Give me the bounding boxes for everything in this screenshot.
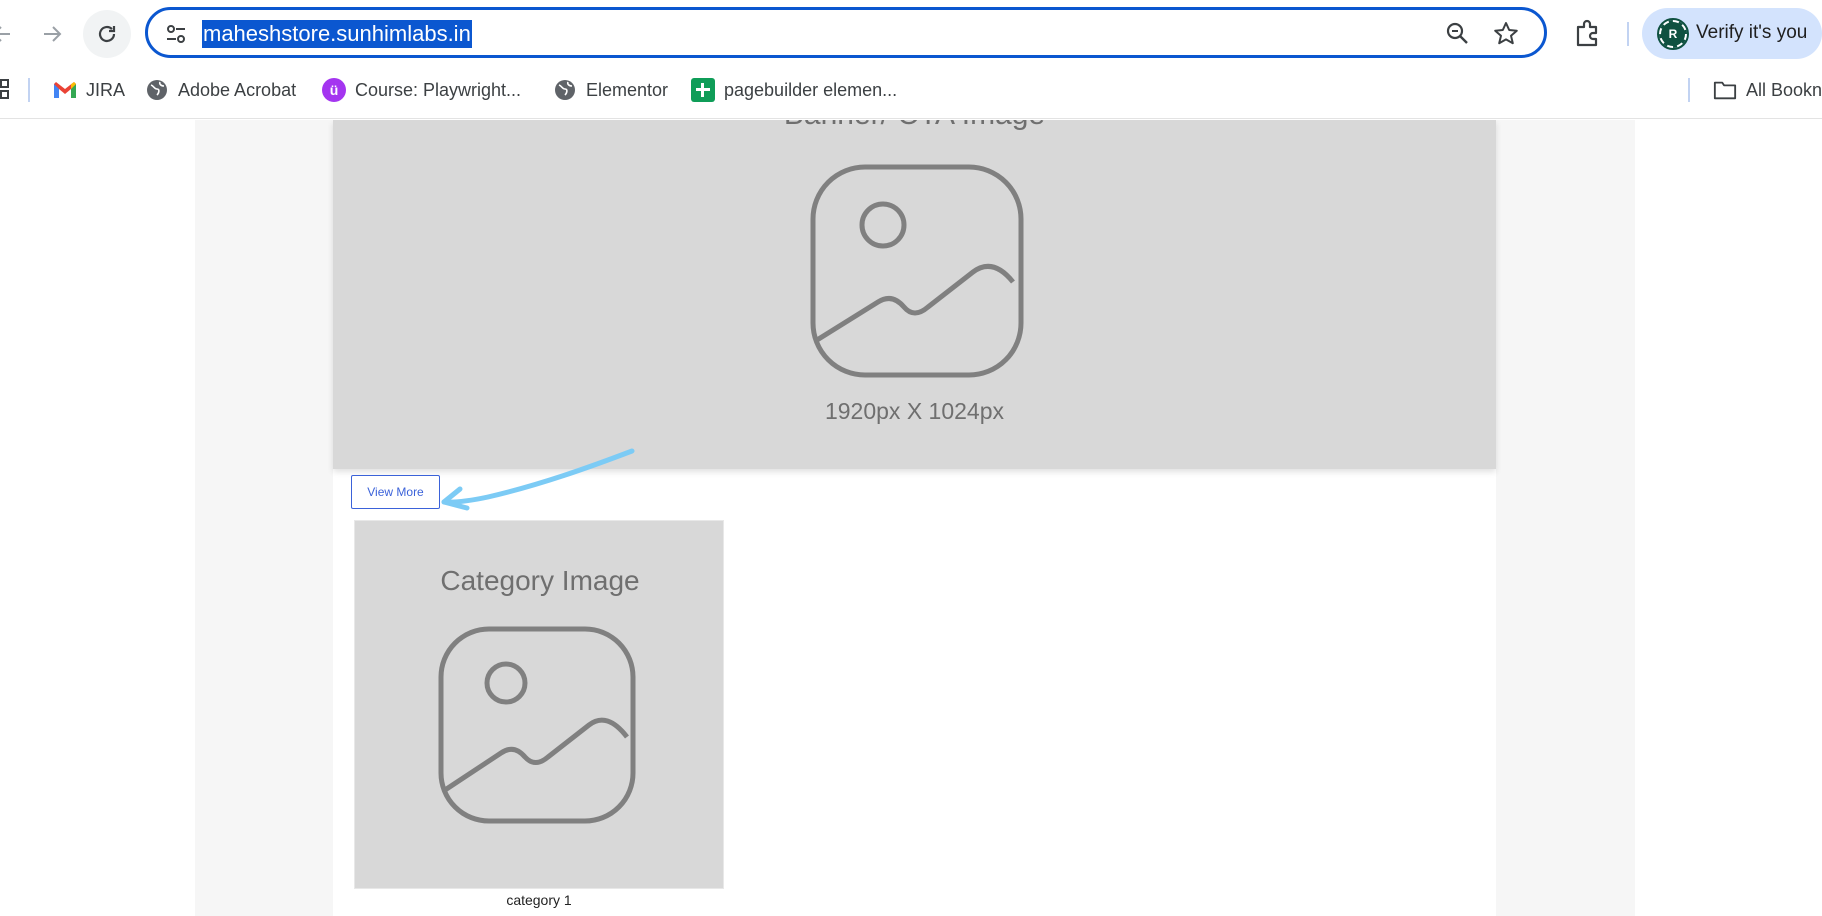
forward-icon[interactable]	[28, 10, 76, 58]
bookmark-course-playwright[interactable]: ü Course: Playwright...	[322, 74, 521, 106]
extensions-icon[interactable]	[1572, 17, 1604, 49]
globe-icon	[553, 78, 577, 102]
banner-image: Banner/ CTA Image 1920px X 1024px	[333, 120, 1496, 469]
sheets-icon	[691, 78, 715, 102]
bookmark-label: pagebuilder elemen...	[724, 79, 898, 100]
profile-verify-chip[interactable]: R Verify it's you	[1642, 8, 1822, 59]
url-text[interactable]: maheshstore.sunhimlabs.in	[202, 20, 472, 48]
site-settings-icon[interactable]	[162, 20, 190, 48]
apps-grid-icon[interactable]	[0, 78, 10, 100]
verify-label: Verify it's you	[1696, 22, 1808, 43]
category-image-label: Category Image	[440, 565, 640, 596]
zoom-icon[interactable]	[1444, 20, 1472, 48]
category-caption[interactable]: category 1	[354, 892, 724, 908]
bookmark-star-icon[interactable]	[1492, 20, 1520, 48]
bookmarks-separator	[1688, 78, 1690, 102]
page-viewport: Banner/ CTA Image 1920px X 1024px View M…	[0, 120, 1822, 916]
bookmarks-bar: JIRA Adobe Acrobat ü Course: Playwright.…	[0, 66, 1822, 119]
bookmark-jira[interactable]: JIRA	[53, 74, 125, 106]
back-icon[interactable]	[0, 10, 26, 58]
globe-icon	[145, 78, 169, 102]
udemy-icon: ü	[322, 78, 346, 102]
folder-icon	[1713, 78, 1737, 102]
browser-toolbar: maheshstore.sunhimlabs.in R Verify it's …	[0, 0, 1822, 66]
gmail-icon	[53, 78, 77, 102]
avatar: R	[1657, 18, 1689, 50]
bookmark-label: JIRA	[86, 79, 126, 100]
reload-icon[interactable]	[83, 10, 131, 58]
bookmark-pagebuilder[interactable]: pagebuilder elemen...	[691, 74, 897, 106]
image-placeholder-icon	[438, 626, 636, 824]
all-bookmarks-label: All Bookn	[1746, 79, 1822, 100]
view-more-button[interactable]: View More	[351, 475, 440, 509]
bookmark-label: Elementor	[586, 79, 669, 100]
toolbar-separator	[1627, 22, 1629, 46]
bookmark-elementor[interactable]: Elementor	[553, 74, 668, 106]
address-bar[interactable]: maheshstore.sunhimlabs.in	[145, 7, 1547, 58]
bookmark-adobe-acrobat[interactable]: Adobe Acrobat	[145, 74, 296, 106]
all-bookmarks-button[interactable]: All Bookn	[1713, 74, 1822, 106]
image-placeholder-icon	[810, 164, 1024, 378]
bookmarks-separator	[28, 78, 30, 102]
bookmark-label: Course: Playwright...	[355, 79, 522, 100]
bookmark-label: Adobe Acrobat	[178, 79, 297, 100]
category-image-card[interactable]: Category Image	[354, 520, 724, 889]
banner-size-label: 1920px X 1024px	[824, 398, 1005, 424]
banner-title: Banner/ CTA Image	[333, 120, 1496, 132]
